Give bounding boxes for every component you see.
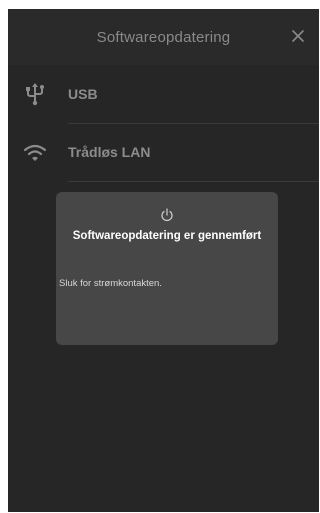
update-complete-dialog: Softwareopdatering er gennemført Sluk fo… bbox=[56, 192, 278, 345]
header-title: Softwareopdatering bbox=[96, 29, 231, 46]
app-screen: Softwareopdatering USB Trådløs LAN Softw… bbox=[8, 9, 319, 512]
header: Softwareopdatering bbox=[8, 9, 319, 65]
menu-item-wireless-lan[interactable]: Trådløs LAN bbox=[8, 124, 319, 182]
divider bbox=[68, 181, 319, 182]
menu-item-label: USB bbox=[68, 86, 98, 102]
dialog-title: Softwareopdatering er gennemført bbox=[72, 230, 262, 242]
menu-item-usb[interactable]: USB bbox=[8, 66, 319, 124]
wifi-icon bbox=[23, 144, 47, 161]
close-button[interactable] bbox=[287, 25, 309, 47]
power-icon bbox=[161, 208, 173, 222]
usb-icon bbox=[26, 83, 44, 106]
menu-item-label: Trådløs LAN bbox=[68, 144, 151, 160]
close-icon bbox=[292, 30, 304, 42]
dialog-message: Sluk for strømkontakten. bbox=[59, 278, 162, 289]
